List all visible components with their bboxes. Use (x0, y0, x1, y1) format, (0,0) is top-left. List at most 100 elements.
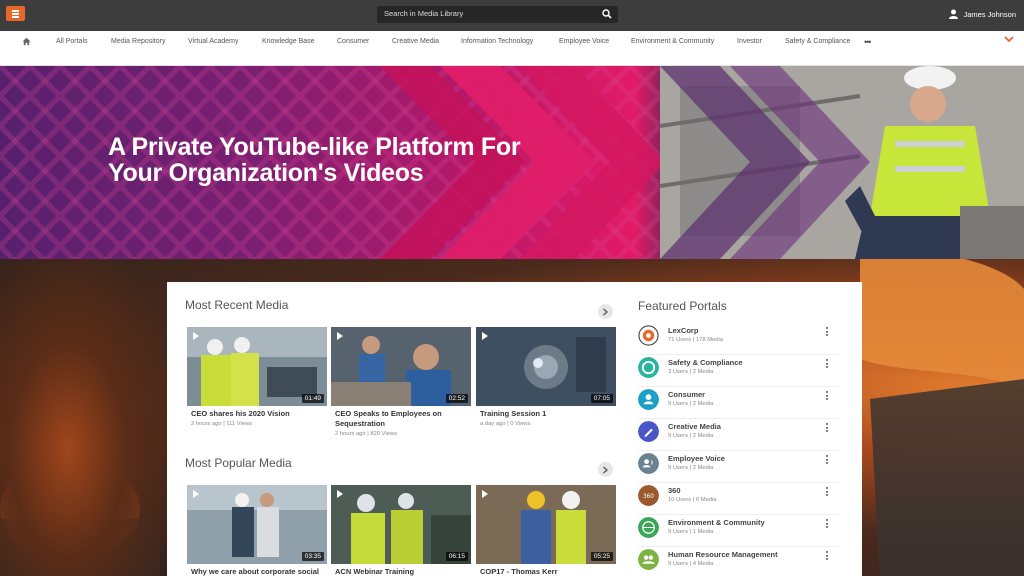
more-vertical-icon[interactable] (826, 423, 829, 432)
portal-name[interactable]: Consumer (668, 390, 705, 399)
more-vertical-icon[interactable] (826, 519, 829, 528)
chevron-right-icon (603, 466, 608, 473)
nav-item-consumer[interactable]: Consumer (337, 38, 369, 45)
background-glow (0, 259, 170, 576)
more-vertical-icon[interactable] (826, 391, 829, 400)
play-icon (193, 332, 199, 340)
nav-item-employee-voice[interactable]: Employee Voice (559, 38, 609, 45)
user-name: James Johnson (963, 9, 1016, 19)
media-meta-1: 2 hours ago | 111 Views (191, 421, 253, 427)
user-icon (949, 9, 959, 19)
nav-item-information-technology[interactable]: Information Technology (461, 38, 533, 45)
featured-portals-title: Featured Portals (638, 299, 727, 313)
hero-worker-photo (660, 66, 1024, 259)
media-title-2[interactable]: CEO Speaks to Employees on Sequestration (335, 409, 475, 428)
media-meta-3: a day ago | 0 Views (480, 421, 531, 427)
media-thumbnail-3[interactable]: 07:05 (476, 327, 616, 406)
portal-name[interactable]: Safety & Compliance (668, 358, 743, 367)
360-logo-icon: 360 (638, 485, 659, 506)
more-vertical-icon[interactable] (826, 359, 829, 368)
home-icon[interactable] (22, 37, 31, 46)
portal-meta: 71 Users | 178 Media (668, 337, 723, 343)
more-vertical-icon[interactable] (826, 455, 829, 464)
hamburger-menu-button[interactable] (6, 6, 25, 21)
portal-meta: 3 Users | 2 Media (668, 369, 714, 375)
media-title-3[interactable]: Training Session 1 (480, 409, 620, 419)
nav-item-knowledge-base[interactable]: Knowledge Base (262, 38, 315, 45)
media-duration: 03:35 (301, 552, 324, 561)
nav-item-safety-compliance[interactable]: Safety & Compliance (785, 38, 850, 45)
media-title-5[interactable]: ACN Webinar Training (335, 567, 475, 576)
portal-name[interactable]: Creative Media (668, 422, 721, 431)
search-bar[interactable]: Search in Media Library (377, 6, 618, 23)
nav-item-environment-community[interactable]: Environment & Community (631, 38, 714, 45)
media-duration: 02:52 (445, 394, 468, 403)
people-icon (638, 549, 659, 570)
nav-item-all-portals[interactable]: All Portals (56, 38, 88, 45)
portal-name[interactable]: 360 (668, 486, 681, 495)
search-icon[interactable] (602, 9, 612, 19)
most-recent-next-button[interactable] (598, 304, 613, 319)
portal-nav: All Portals Media Repository Virtual Aca… (0, 31, 1024, 66)
portal-meta: 9 Users | 4 Media (668, 561, 714, 567)
media-duration: 05:25 (590, 552, 613, 561)
media-thumbnail-4[interactable]: 03:35 (187, 485, 327, 564)
media-duration: 06:15 (445, 552, 468, 561)
play-icon (482, 332, 488, 340)
user-menu[interactable]: James Johnson (949, 9, 1016, 19)
media-duration: 01:49 (301, 394, 324, 403)
media-duration: 07:05 (590, 394, 613, 403)
chevron-down-icon[interactable] (1004, 36, 1014, 43)
media-title-4[interactable]: Why we care about corporate social (191, 567, 331, 576)
search-input[interactable]: Search in Media Library (384, 9, 463, 18)
most-popular-next-button[interactable] (598, 462, 613, 477)
most-recent-title: Most Recent Media (185, 298, 289, 312)
media-thumbnail-2[interactable]: 02:52 (331, 327, 471, 406)
more-vertical-icon[interactable] (826, 327, 829, 336)
hero-banner: A Private YouTube-like Platform For Your… (0, 66, 1024, 259)
more-vertical-icon[interactable] (826, 551, 829, 560)
chevron-right-icon (603, 308, 608, 315)
play-icon (482, 490, 488, 498)
nav-item-virtual-academy[interactable]: Virtual Academy (188, 38, 238, 45)
portal-item[interactable]: Safety & Compliance 3 Users | 2 Media (638, 355, 837, 387)
portal-item[interactable]: 360 360 10 Users | 0 Media (638, 483, 837, 515)
play-icon (337, 490, 343, 498)
media-title-6[interactable]: COP17 - Thomas Kerr (480, 567, 620, 576)
portal-item[interactable]: Environment & Community 9 Users | 1 Medi… (638, 515, 837, 547)
lexcorp-logo-icon (638, 325, 659, 346)
nav-item-investor[interactable]: Investor (737, 38, 762, 45)
lifebuoy-icon (638, 357, 659, 378)
top-bar: Search in Media Library James Johnson (0, 0, 1024, 31)
media-thumbnail-1[interactable]: 01:49 (187, 327, 327, 406)
svg-text:360: 360 (643, 494, 654, 500)
portal-name[interactable]: Human Resource Management (668, 550, 778, 559)
portal-item[interactable]: Human Resource Management 9 Users | 4 Me… (638, 547, 837, 576)
media-thumbnail-6[interactable]: 05:25 (476, 485, 616, 564)
speaker-icon (638, 453, 659, 474)
pencil-icon (638, 421, 659, 442)
media-thumbnail-5[interactable]: 06:15 (331, 485, 471, 564)
portal-item[interactable]: LexCorp 71 Users | 178 Media (638, 323, 837, 355)
portal-item[interactable]: Employee Voice 9 Users | 2 Media (638, 451, 837, 483)
portal-meta: 9 Users | 1 Media (668, 529, 714, 535)
media-title-1[interactable]: CEO shares his 2020 Vision (191, 409, 331, 419)
portal-item[interactable]: Creative Media 9 Users | 2 Media (638, 419, 837, 451)
most-popular-title: Most Popular Media (185, 456, 292, 470)
nav-item-media-repository[interactable]: Media Repository (111, 38, 165, 45)
person-icon (638, 389, 659, 410)
portal-name[interactable]: Environment & Community (668, 518, 765, 527)
portal-meta: 9 Users | 2 Media (668, 465, 714, 471)
portal-meta: 9 Users | 2 Media (668, 433, 714, 439)
portal-meta: 9 Users | 2 Media (668, 401, 714, 407)
nav-more-button[interactable]: ••• (864, 37, 872, 47)
portal-item[interactable]: Consumer 9 Users | 2 Media (638, 387, 837, 419)
portal-name[interactable]: Employee Voice (668, 454, 725, 463)
more-vertical-icon[interactable] (826, 487, 829, 496)
globe-icon (638, 517, 659, 538)
media-meta-2: 2 hours ago | 820 Views (335, 431, 397, 437)
portal-name[interactable]: LexCorp (668, 326, 698, 335)
nav-item-creative-media[interactable]: Creative Media (392, 38, 439, 45)
portal-meta: 10 Users | 0 Media (668, 497, 717, 503)
hero-title: A Private YouTube-like Platform For Your… (108, 133, 521, 187)
